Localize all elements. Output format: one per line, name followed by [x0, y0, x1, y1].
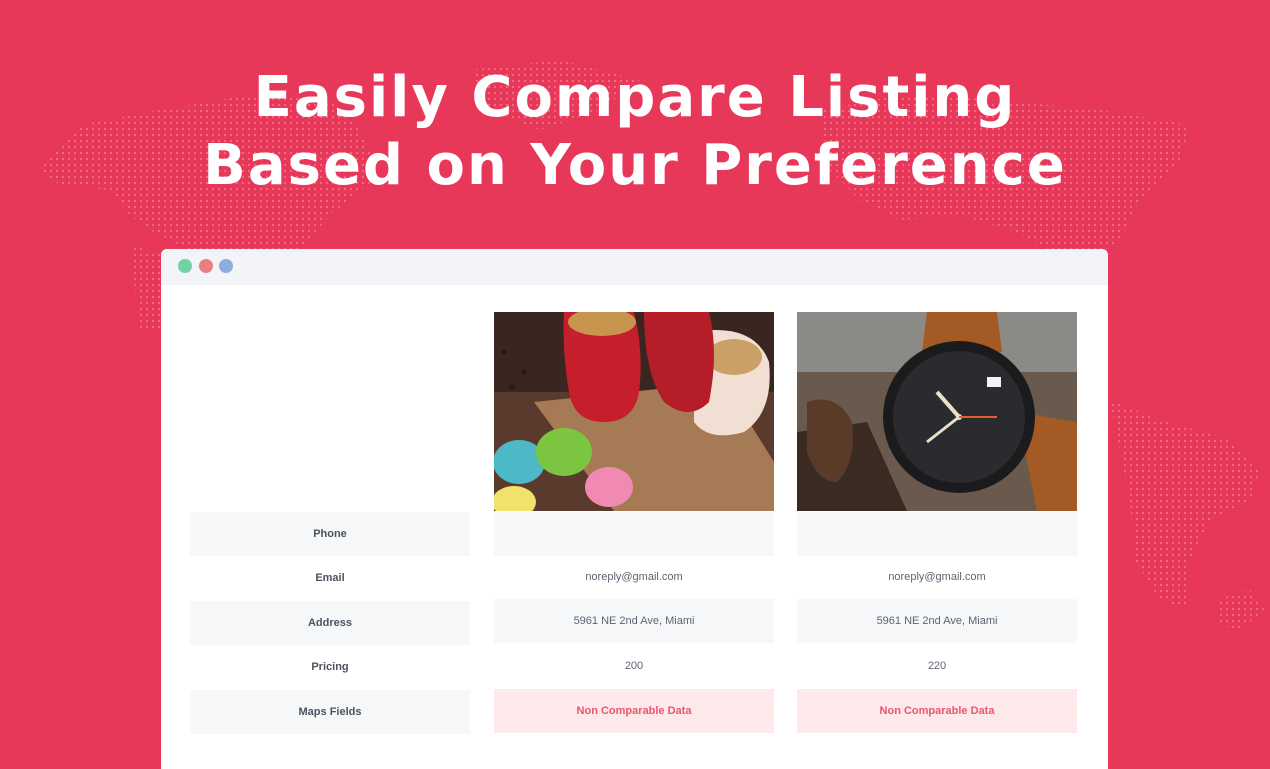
headline-line-1: Easily Compare Listing [253, 65, 1017, 130]
listing-1-phone [494, 512, 774, 556]
listing-2-pricing: 220 [927, 660, 947, 672]
row-label-maps-fields: Maps Fields [190, 690, 470, 734]
listing-1-address: 5961 NE 2nd Ave, Miami [494, 599, 774, 643]
headline-line-2: Based on Your Preference [203, 133, 1067, 198]
row-label-phone: Phone [190, 512, 470, 556]
listing-2-address: 5961 NE 2nd Ave, Miami [797, 599, 1077, 643]
window-control-green-icon[interactable] [178, 259, 192, 273]
headline: Easily Compare Listing Based on Your Pre… [0, 64, 1270, 200]
listing-1-email[interactable]: noreply@gmail.com [494, 555, 774, 599]
row-label-pricing: Pricing [311, 661, 349, 673]
window-control-red-icon[interactable] [199, 259, 213, 273]
row-label-email: Email [315, 572, 345, 584]
listing-2-image[interactable] [797, 312, 1077, 511]
listing-1-maps-fields: Non Comparable Data [494, 689, 774, 733]
listing-1-pricing: 200 [624, 660, 644, 672]
listing-2-phone [797, 512, 1077, 556]
listing-1-image[interactable] [494, 312, 774, 511]
listing-2-email[interactable]: noreply@gmail.com [797, 555, 1077, 599]
window-control-blue-icon[interactable] [219, 259, 233, 273]
row-label-address: Address [190, 601, 470, 645]
browser-window: Phone Email noreply@gmail.com noreply@gm… [161, 249, 1108, 769]
listing-2-maps-fields: Non Comparable Data [797, 689, 1077, 733]
window-titlebar [161, 249, 1108, 285]
